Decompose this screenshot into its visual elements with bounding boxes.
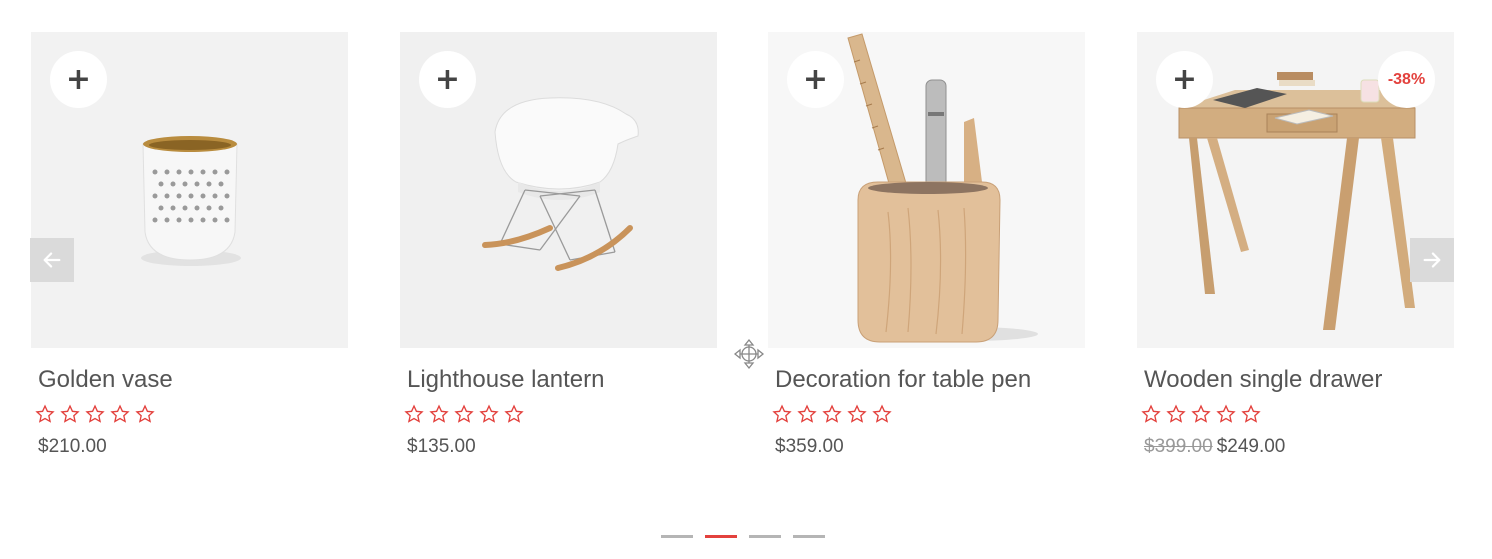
product-card[interactable]: + Decoration for table pen $359.00 [768,32,1085,458]
rating-stars [31,404,348,424]
star-outline-icon [504,404,524,423]
product-title[interactable]: Decoration for table pen [768,366,1085,394]
star-outline-icon [135,404,155,423]
product-price: $135.00 [400,436,717,458]
plus-icon: + [802,61,829,97]
plus-icon: + [65,61,92,97]
current-price: $210.00 [38,436,107,457]
current-price: $249.00 [1216,436,1286,457]
pagination-dot-2[interactable] [705,535,737,538]
plus-icon: + [434,61,461,97]
product-title[interactable]: Lighthouse lantern [400,366,717,394]
product-title[interactable]: Wooden single drawer [1137,366,1454,394]
product-image[interactable]: + [768,32,1085,348]
star-outline-icon [1166,404,1186,423]
pagination-dot-3[interactable] [749,535,781,538]
product-price: $399.00 $249.00 [1137,436,1454,458]
product-title[interactable]: Golden vase [31,366,348,394]
star-outline-icon [110,404,130,423]
star-outline-icon [479,404,499,423]
star-outline-icon [797,404,817,423]
star-outline-icon [1216,404,1236,423]
star-outline-icon [822,404,842,423]
star-outline-icon [1241,404,1261,423]
product-card[interactable]: + Lighthouse lantern $135.00 [400,32,717,458]
current-price: $135.00 [407,436,476,457]
star-outline-icon [1191,404,1211,423]
rating-stars [400,404,717,424]
add-to-cart-button[interactable]: + [50,51,107,108]
add-to-cart-button[interactable]: + [1156,51,1213,108]
rating-stars [768,404,1085,424]
add-to-cart-button[interactable]: + [419,51,476,108]
arrow-left-icon [43,252,61,268]
product-price: $359.00 [768,436,1085,458]
discount-badge: -38% [1378,51,1435,108]
star-outline-icon [772,404,792,423]
carousel-pagination [661,535,825,538]
old-price: $399.00 [1144,436,1213,457]
star-outline-icon [1141,404,1161,423]
product-image[interactable]: + -38% [1137,32,1454,348]
product-image[interactable]: + [31,32,348,348]
star-outline-icon [847,404,867,423]
carousel-prev-button[interactable] [30,238,74,282]
star-outline-icon [429,404,449,423]
rating-stars [1137,404,1454,424]
star-outline-icon [85,404,105,423]
add-to-cart-button[interactable]: + [787,51,844,108]
star-outline-icon [35,404,55,423]
product-card[interactable]: + -38% Wooden single drawer $399.00 $249.… [1137,32,1454,458]
product-image[interactable]: + [400,32,717,348]
move-cursor-icon [733,338,765,370]
arrow-right-icon [1423,252,1441,268]
pagination-dot-1[interactable] [661,535,693,538]
star-outline-icon [60,404,80,423]
star-outline-icon [404,404,424,423]
carousel-next-button[interactable] [1410,238,1454,282]
product-price: $210.00 [31,436,348,458]
product-card[interactable]: + Golden vase $210.00 [31,32,348,458]
pagination-dot-4[interactable] [793,535,825,538]
plus-icon: + [1171,61,1198,97]
star-outline-icon [454,404,474,423]
current-price: $359.00 [775,436,844,457]
star-outline-icon [872,404,892,423]
product-carousel: + Golden vase $210.00 + Lighthouse lante… [31,32,1455,472]
